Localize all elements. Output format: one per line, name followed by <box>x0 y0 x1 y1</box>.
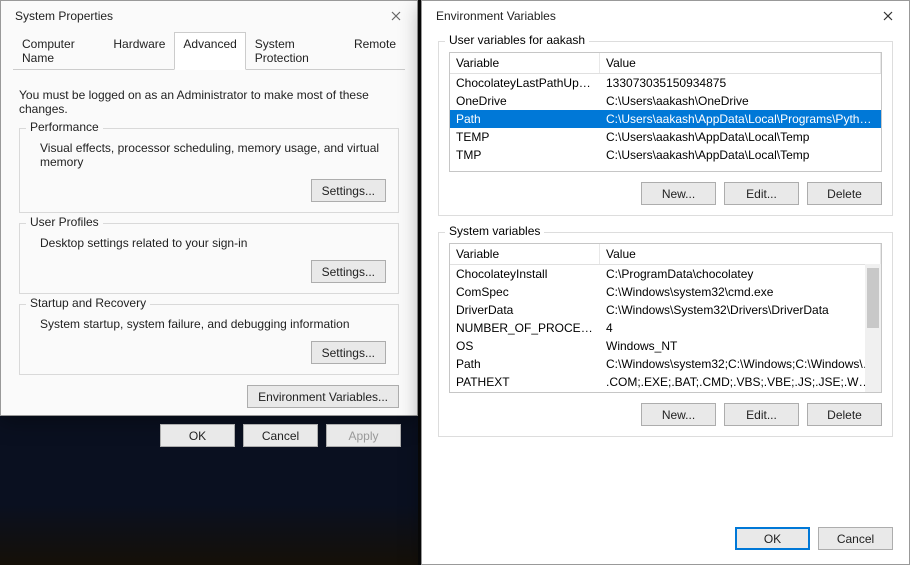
startup-recovery-legend: Startup and Recovery <box>26 296 150 310</box>
table-row[interactable]: OneDriveC:\Users\aakash\OneDrive <box>450 92 881 110</box>
ok-button[interactable]: OK <box>735 527 810 550</box>
table-row[interactable]: PathC:\Windows\system32;C:\Windows;C:\Wi… <box>450 355 881 373</box>
table-row[interactable]: TMPC:\Users\aakash\AppData\Local\Temp <box>450 146 881 164</box>
table-row[interactable]: ChocolateyLastPathUpdate1330730351509348… <box>450 74 881 92</box>
dialog-title: Environment Variables <box>436 9 556 23</box>
table-row[interactable]: TEMPC:\Users\aakash\AppData\Local\Temp <box>450 128 881 146</box>
system-properties-dialog: System Properties Computer Name Hardware… <box>0 0 418 416</box>
tabstrip: Computer Name Hardware Advanced System P… <box>13 31 405 70</box>
tab-hardware[interactable]: Hardware <box>104 32 174 70</box>
system-variables-list[interactable]: Variable Value ChocolateyInstallC:\Progr… <box>449 243 882 393</box>
titlebar: System Properties <box>1 1 417 31</box>
user-profiles-settings-button[interactable]: Settings... <box>311 260 386 283</box>
close-icon[interactable] <box>875 5 901 27</box>
startup-recovery-group: Startup and Recovery System startup, sys… <box>19 304 399 375</box>
user-profiles-group: User Profiles Desktop settings related t… <box>19 223 399 294</box>
tab-remote[interactable]: Remote <box>345 32 405 70</box>
tab-system-protection[interactable]: System Protection <box>246 32 345 70</box>
scrollbar[interactable] <box>865 264 881 392</box>
system-edit-button[interactable]: Edit... <box>724 403 799 426</box>
column-header-value[interactable]: Value <box>600 53 881 73</box>
cancel-button[interactable]: Cancel <box>818 527 893 550</box>
table-row[interactable]: DriverDataC:\Windows\System32\Drivers\Dr… <box>450 301 881 319</box>
table-row[interactable]: PathC:\Users\aakash\AppData\Local\Progra… <box>450 110 881 128</box>
performance-group: Performance Visual effects, processor sc… <box>19 128 399 213</box>
tab-computer-name[interactable]: Computer Name <box>13 32 104 70</box>
system-delete-button[interactable]: Delete <box>807 403 882 426</box>
performance-settings-button[interactable]: Settings... <box>311 179 386 202</box>
dialog-title: System Properties <box>15 9 113 23</box>
column-header-variable[interactable]: Variable <box>450 244 600 264</box>
tab-advanced[interactable]: Advanced <box>174 32 245 70</box>
system-variables-group: System variables Variable Value Chocolat… <box>438 232 893 437</box>
apply-button[interactable]: Apply <box>326 424 401 447</box>
user-variables-list[interactable]: Variable Value ChocolateyLastPathUpdate1… <box>449 52 882 172</box>
environment-variables-button[interactable]: Environment Variables... <box>247 385 399 408</box>
user-new-button[interactable]: New... <box>641 182 716 205</box>
admin-note: You must be logged on as an Administrato… <box>19 88 399 116</box>
table-row[interactable]: OSWindows_NT <box>450 337 881 355</box>
user-profiles-desc: Desktop settings related to your sign-in <box>40 236 386 250</box>
user-edit-button[interactable]: Edit... <box>724 182 799 205</box>
user-delete-button[interactable]: Delete <box>807 182 882 205</box>
table-row[interactable]: ComSpecC:\Windows\system32\cmd.exe <box>450 283 881 301</box>
tab-content-advanced: You must be logged on as an Administrato… <box>1 70 417 416</box>
user-profiles-legend: User Profiles <box>26 215 103 229</box>
ok-button[interactable]: OK <box>160 424 235 447</box>
performance-desc: Visual effects, processor scheduling, me… <box>40 141 386 169</box>
titlebar: Environment Variables <box>422 1 909 31</box>
column-header-value[interactable]: Value <box>600 244 881 264</box>
system-variables-legend: System variables <box>445 224 544 238</box>
user-variables-legend: User variables for aakash <box>445 33 589 47</box>
scrollbar-thumb[interactable] <box>867 268 879 328</box>
dialog-button-row: OK Cancel Apply <box>1 416 417 453</box>
system-new-button[interactable]: New... <box>641 403 716 426</box>
startup-recovery-settings-button[interactable]: Settings... <box>311 341 386 364</box>
environment-variables-dialog: Environment Variables User variables for… <box>421 0 910 565</box>
performance-legend: Performance <box>26 120 103 134</box>
user-variables-group: User variables for aakash Variable Value… <box>438 41 893 216</box>
startup-recovery-desc: System startup, system failure, and debu… <box>40 317 386 331</box>
table-row[interactable]: NUMBER_OF_PROCESSORS4 <box>450 319 881 337</box>
table-row[interactable]: ChocolateyInstallC:\ProgramData\chocolat… <box>450 265 881 283</box>
cancel-button[interactable]: Cancel <box>243 424 318 447</box>
column-header-variable[interactable]: Variable <box>450 53 600 73</box>
table-row[interactable]: PATHEXT.COM;.EXE;.BAT;.CMD;.VBS;.VBE;.JS… <box>450 373 881 391</box>
close-icon[interactable] <box>383 5 409 27</box>
